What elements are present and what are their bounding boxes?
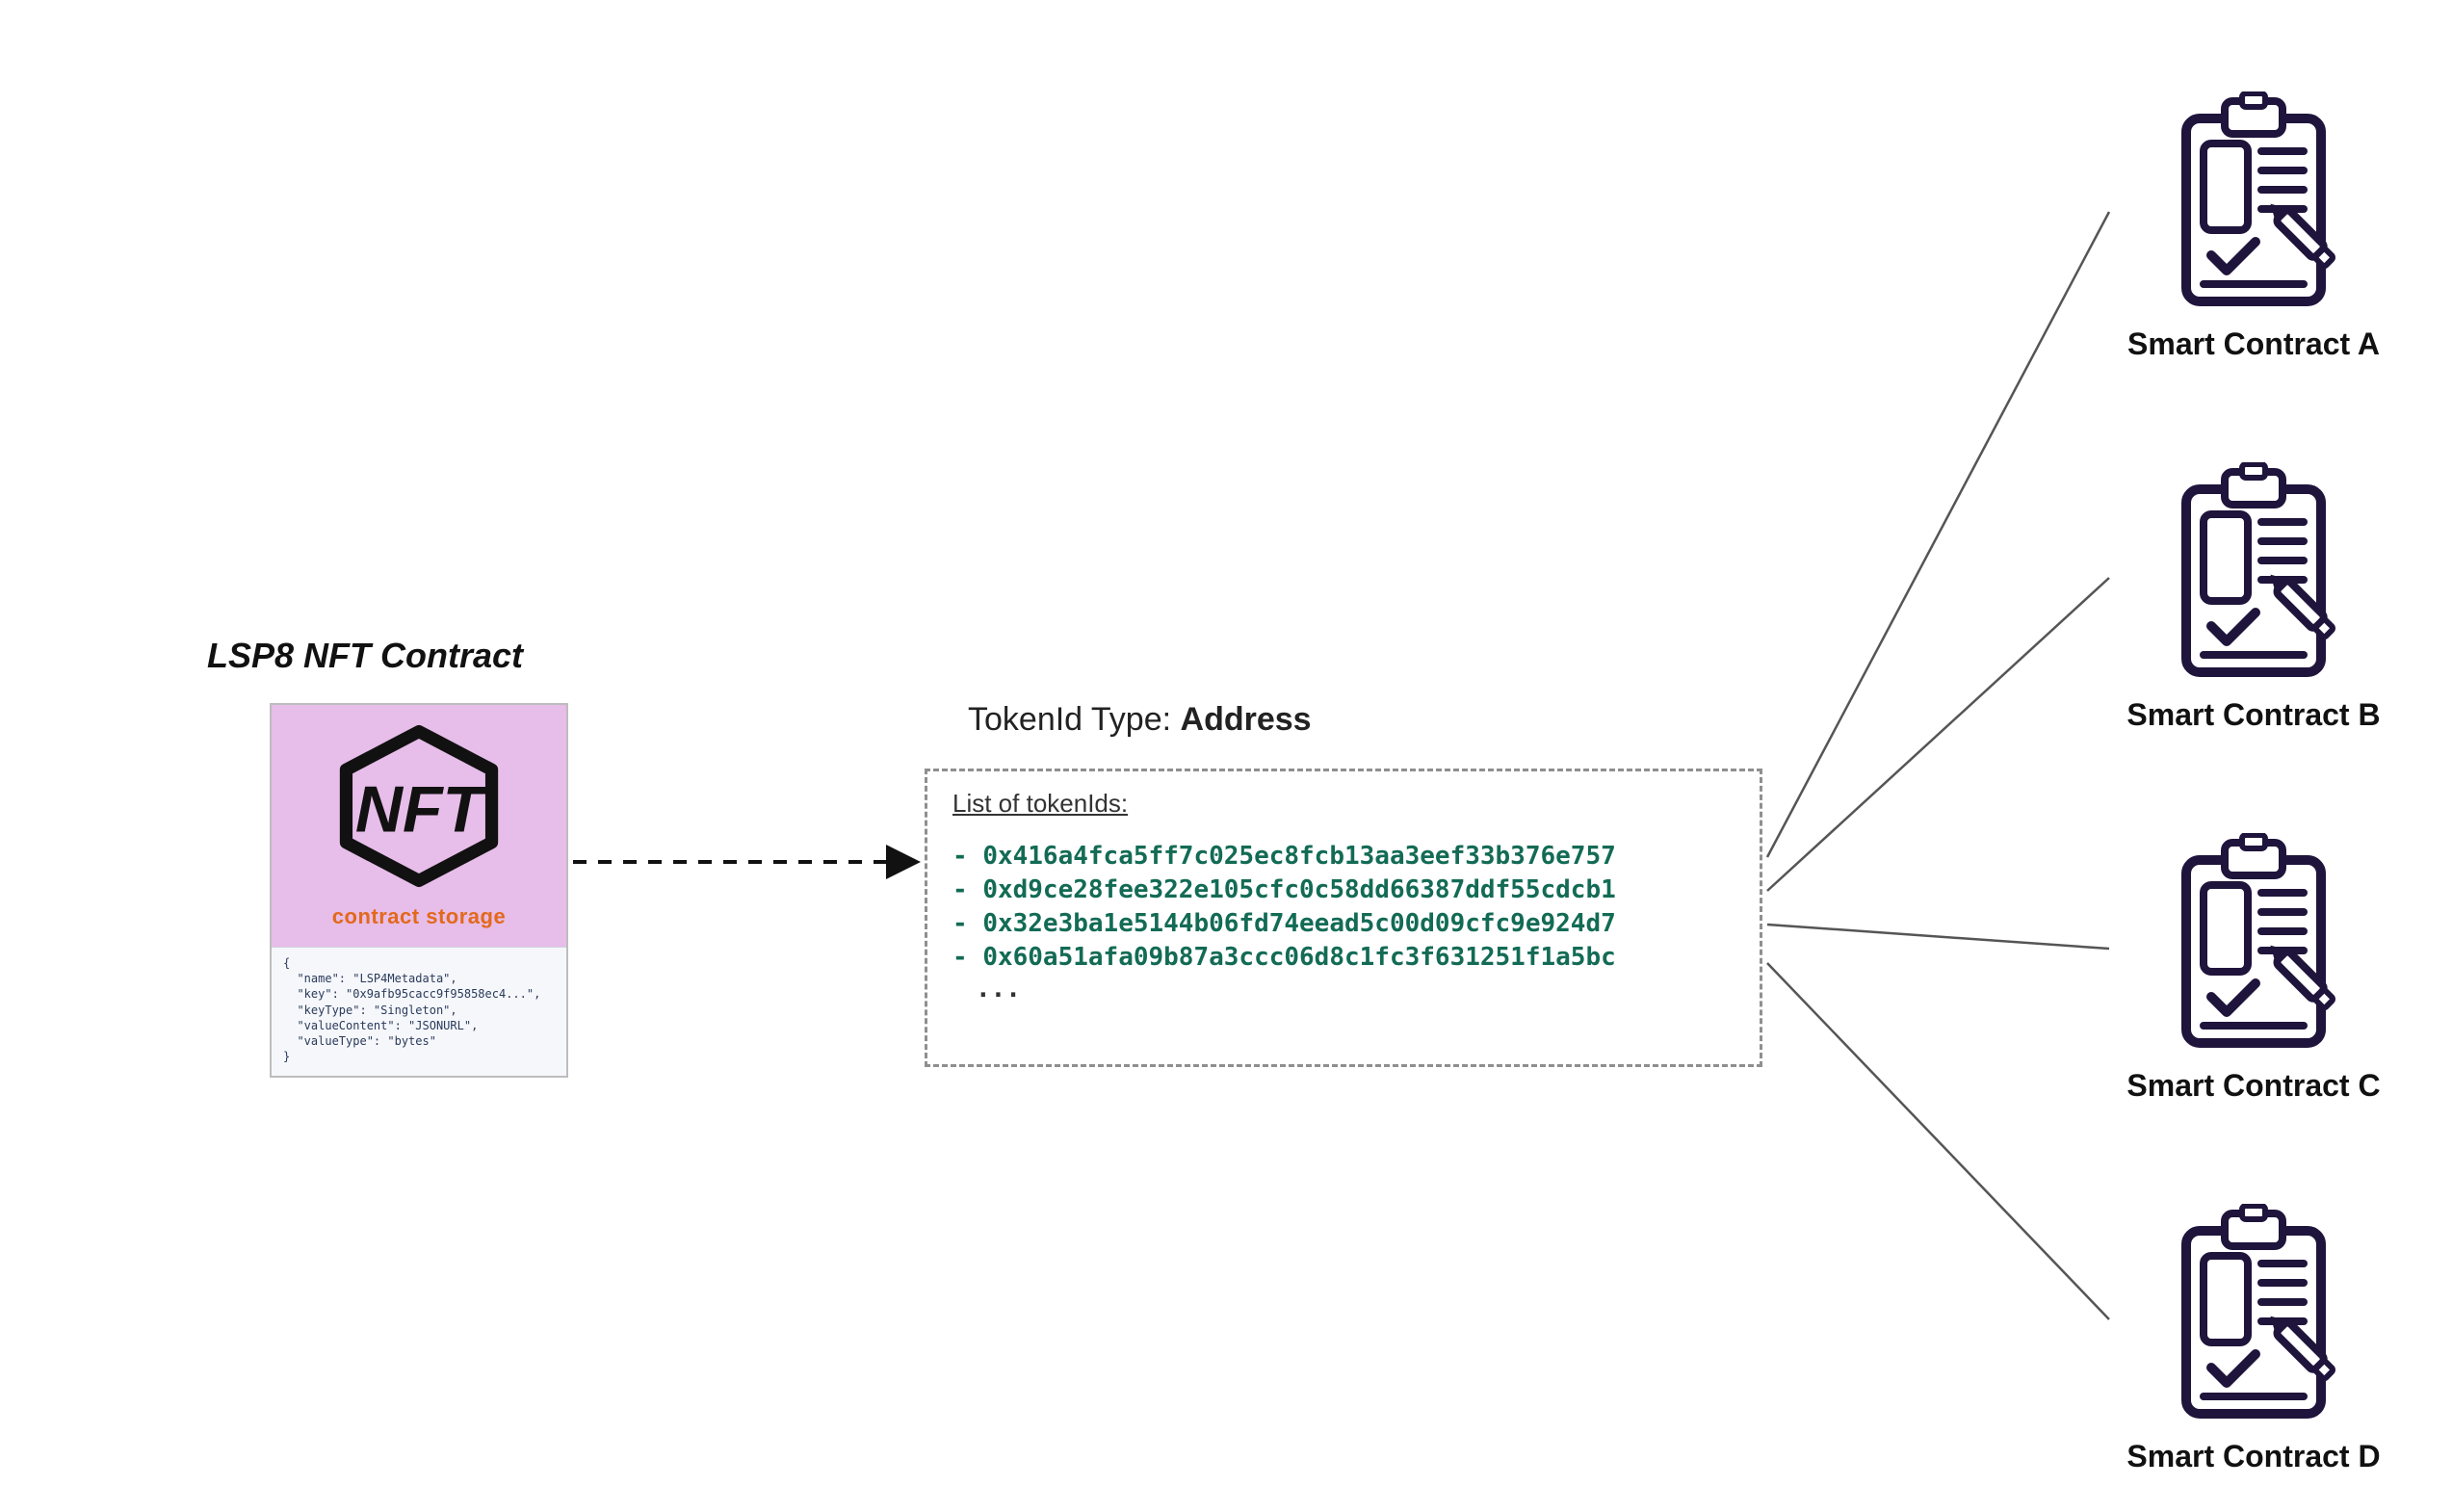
tokenid-item: - 0x416a4fca5ff7c025ec8fcb13aa3eef33b376… [952, 840, 1735, 873]
tokenid-item: - 0x60a51afa09b87a3ccc06d8c1fc3f631251f1… [952, 941, 1735, 975]
smart-contract-label: Smart Contract A [2090, 326, 2417, 362]
nft-metadata-json: { "name": "LSP4Metadata", "key": "0x9afb… [272, 947, 566, 1076]
nft-hex-icon: NFT [327, 724, 510, 893]
tokenid-item: - 0xd9ce28fee322e105cfc0c58dd66387ddf55c… [952, 873, 1735, 907]
tokenid-list-label: List of tokenIds: [952, 789, 1735, 819]
smart-contract-label: Smart Contract B [2090, 697, 2417, 733]
smart-contract-d: Smart Contract D [2090, 1204, 2417, 1474]
clipboard-icon [2157, 91, 2350, 313]
svg-text:NFT: NFT [355, 772, 488, 846]
tokenid-type-prefix: TokenId Type: [968, 701, 1181, 738]
clipboard-icon [2157, 1204, 2350, 1425]
clipboard-icon [2157, 462, 2350, 684]
smart-contract-label: Smart Contract C [2090, 1068, 2417, 1104]
tokenid-type-label: TokenId Type: Address [968, 701, 1312, 739]
smart-contract-a: Smart Contract A [2090, 91, 2417, 362]
contract-storage-label: contract storage [281, 904, 557, 939]
nft-card-header: NFT contract storage [272, 705, 566, 947]
nft-contract-title: LSP8 NFT Contract [207, 636, 523, 676]
smart-contract-c: Smart Contract C [2090, 833, 2417, 1104]
smart-contract-b: Smart Contract B [2090, 462, 2417, 733]
clipboard-icon [2157, 833, 2350, 1055]
smart-contract-label: Smart Contract D [2090, 1439, 2417, 1474]
nft-contract-card: NFT contract storage { "name": "LSP4Meta… [270, 703, 568, 1078]
tokenid-type-value: Address [1181, 701, 1312, 738]
tokenid-list-box: List of tokenIds: - 0x416a4fca5ff7c025ec… [925, 769, 1762, 1067]
tokenid-ellipsis: ... [976, 975, 1735, 1004]
tokenid-item: - 0x32e3ba1e5144b06fd74eead5c00d09cfc9e9… [952, 907, 1735, 941]
